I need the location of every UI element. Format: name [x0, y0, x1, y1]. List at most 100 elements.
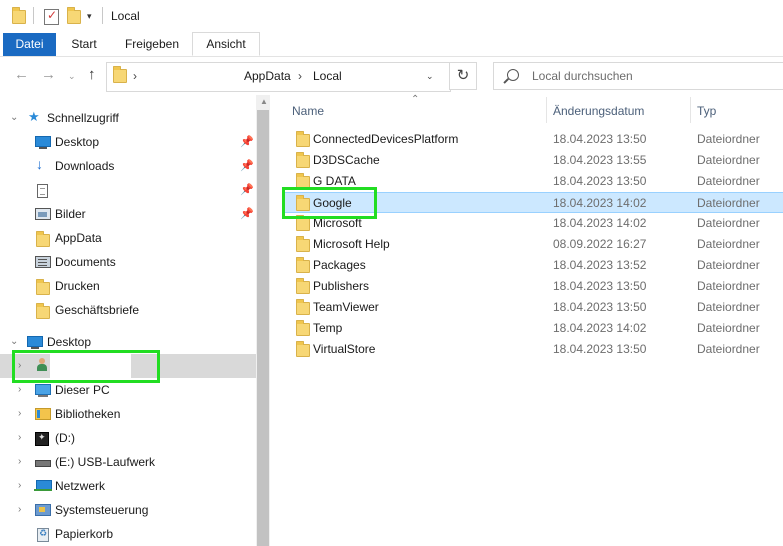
back-button[interactable]: ←	[14, 66, 29, 83]
pin-icon[interactable]: 📌	[240, 183, 254, 196]
pin-icon[interactable]: 📌	[240, 135, 254, 148]
documents-icon	[35, 256, 51, 268]
file-type: Dateiordner	[697, 132, 760, 146]
sidebar-item-pictures[interactable]: Bilder 📌	[0, 202, 256, 226]
folder-icon	[36, 279, 50, 295]
column-header-name[interactable]: Name	[292, 104, 324, 118]
folder-icon	[12, 7, 26, 24]
sidebar-item-appdata[interactable]: AppData	[0, 226, 256, 250]
control-panel-icon	[35, 504, 51, 516]
file-row[interactable]: Packages 18.04.2023 13:52 Dateiordner	[282, 255, 783, 276]
pin-icon[interactable]: 📌	[240, 159, 254, 172]
recent-locations-button[interactable]: ⌄	[68, 71, 76, 82]
properties-icon[interactable]: ✓	[44, 8, 59, 25]
column-divider[interactable]	[690, 97, 691, 123]
highlight-box	[12, 350, 160, 383]
file-date: 18.04.2023 13:50	[553, 174, 647, 188]
sidebar-scroll-thumb[interactable]	[257, 110, 269, 546]
pin-icon[interactable]: 📌	[240, 207, 254, 220]
file-date: 18.04.2023 14:02	[553, 196, 647, 210]
sidebar-item-network[interactable]: › Netzwerk	[0, 474, 256, 498]
title-bar: ✓ ▾ Local	[0, 0, 783, 33]
sidebar-item-label: Desktop	[47, 335, 92, 349]
sidebar-item-drive-d[interactable]: › (D:)	[0, 426, 256, 450]
new-folder-icon[interactable]	[67, 7, 81, 24]
file-row[interactable]: Microsoft Help 08.09.2022 16:27 Dateiord…	[282, 234, 783, 255]
expander-icon[interactable]: ›	[18, 432, 21, 443]
breadcrumb-separator[interactable]: ›	[133, 69, 137, 83]
file-name: VirtualStore	[313, 342, 376, 356]
folder-icon	[296, 257, 310, 273]
column-divider[interactable]	[546, 97, 547, 123]
document-icon	[37, 184, 48, 198]
divider	[102, 7, 103, 24]
sidebar-item-label: Netzwerk	[55, 479, 106, 493]
download-icon: ↓	[36, 156, 43, 172]
forward-button[interactable]: →	[41, 66, 56, 83]
expander-icon[interactable]: ›	[18, 384, 21, 395]
expander-icon[interactable]: ›	[18, 480, 21, 491]
scroll-up-icon[interactable]: ▲	[260, 97, 268, 106]
file-type: Dateiordner	[697, 258, 760, 272]
sidebar-item-downloads[interactable]: ↓ Downloads 📌	[0, 154, 256, 178]
ribbon-tabs: Datei Start Freigeben Ansicht	[0, 32, 783, 57]
folder-icon	[36, 303, 50, 319]
address-dropdown-icon[interactable]: ⌄	[426, 71, 434, 82]
expander-icon[interactable]: ›	[18, 408, 21, 419]
expander-icon[interactable]: ⌄	[10, 112, 18, 123]
sidebar-item-label: Bibliotheken	[55, 407, 121, 421]
file-type: Dateiordner	[697, 342, 760, 356]
file-row[interactable]: TeamViewer 18.04.2023 13:50 Dateiordner	[282, 297, 783, 318]
sidebar-item-label: Downloads	[55, 159, 115, 173]
search-input[interactable]	[532, 68, 772, 84]
up-button[interactable]: ↑	[88, 66, 96, 83]
tab-start[interactable]: Start	[60, 33, 108, 56]
tab-view[interactable]: Ansicht	[192, 32, 260, 56]
computer-icon	[35, 384, 51, 397]
column-header-date[interactable]: Änderungsdatum	[553, 104, 644, 118]
sidebar-item-documents[interactable]: Documents	[0, 250, 256, 274]
file-date: 18.04.2023 13:50	[553, 279, 647, 293]
sidebar-item-quick-access[interactable]: ⌄ ★ Schnellzugriff	[0, 106, 256, 130]
folder-icon	[296, 278, 310, 294]
sidebar-item-control-panel[interactable]: › Systemsteuerung	[0, 498, 256, 522]
file-name: ConnectedDevicesPlatform	[313, 132, 459, 146]
file-name: Microsoft Help	[313, 237, 390, 251]
sidebar-item-usb-drive[interactable]: › (E:) USB-Laufwerk	[0, 450, 256, 474]
column-header-type[interactable]: Typ	[697, 104, 716, 118]
folder-icon	[296, 320, 310, 336]
file-row[interactable]: D3DSCache 18.04.2023 13:55 Dateiordner	[282, 150, 783, 171]
search-icon	[507, 69, 519, 81]
file-row[interactable]: Publishers 18.04.2023 13:50 Dateiordner	[282, 276, 783, 297]
sidebar-item-drucken[interactable]: Drucken	[0, 274, 256, 298]
sidebar-item-geschaeftsbriefe[interactable]: Geschäftsbriefe	[0, 298, 256, 322]
breadcrumb-appdata[interactable]: AppData	[244, 69, 291, 83]
sidebar-item-recycle-bin[interactable]: Papierkorb	[0, 522, 256, 546]
tab-share[interactable]: Freigeben	[114, 33, 190, 56]
file-type: Dateiordner	[697, 300, 760, 314]
quick-access-toolbar-dropdown-icon[interactable]: ▾	[87, 11, 92, 22]
refresh-button[interactable]: ↻	[449, 62, 477, 90]
file-date: 18.04.2023 13:55	[553, 153, 647, 167]
sidebar-item-desktop[interactable]: Desktop 📌	[0, 130, 256, 154]
breadcrumb-separator[interactable]: ›	[298, 69, 302, 83]
expander-icon[interactable]: ⌄	[10, 336, 18, 347]
file-row[interactable]: Temp 18.04.2023 14:02 Dateiordner	[282, 318, 783, 339]
file-row[interactable]: VirtualStore 18.04.2023 13:50 Dateiordne…	[282, 339, 783, 360]
sidebar-item-label: Drucken	[55, 279, 100, 293]
file-row[interactable]: ConnectedDevicesPlatform 18.04.2023 13:5…	[282, 129, 783, 150]
expander-icon[interactable]: ›	[18, 456, 21, 467]
sidebar-item-label: Geschäftsbriefe	[55, 303, 140, 317]
breadcrumb-local[interactable]: Local	[313, 69, 342, 83]
sidebar-item-document[interactable]: 📌	[0, 178, 256, 202]
folder-icon	[296, 236, 310, 252]
tab-file[interactable]: Datei	[3, 33, 56, 56]
sidebar-item-label: Desktop	[55, 135, 100, 149]
sidebar-item-libraries[interactable]: › Bibliotheken	[0, 402, 256, 426]
search-box[interactable]	[493, 62, 783, 90]
file-type: Dateiordner	[697, 196, 760, 210]
sidebar-item-label: (E:) USB-Laufwerk	[55, 455, 156, 469]
monitor-icon	[35, 136, 51, 149]
expander-icon[interactable]: ›	[18, 504, 21, 515]
refresh-icon: ↻	[456, 67, 470, 84]
